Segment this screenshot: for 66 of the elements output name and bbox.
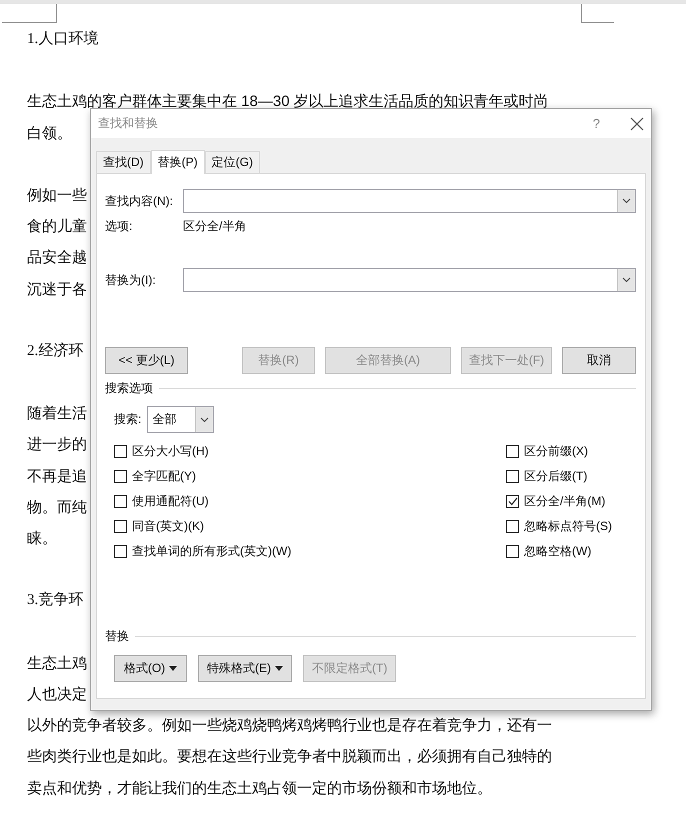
checkbox-label[interactable]: 全字匹配(Y) [132,468,196,485]
search-scope-select[interactable]: 全部 [147,406,214,433]
field-label: 替换为(I): [105,272,157,288]
checkbox[interactable] [114,545,127,558]
close-icon[interactable] [630,116,644,130]
checkbox-label[interactable]: 使用通配符(U) [132,493,209,510]
less-button[interactable]: << 更少(L) [105,347,188,374]
paragraph-line: 不再是追 [27,466,87,487]
tab[interactable]: 定位(G) [204,151,260,173]
checkbox[interactable] [114,445,127,458]
paragraph-line: 食的儿童 [27,217,87,238]
checkbox[interactable] [114,470,127,483]
options-label: 选项: [105,218,134,234]
section-heading: 3.竞争环 [27,590,84,610]
paragraph-line: 卖点和优势，才能让我们的生态土鸡占领一定的市场份额和市场地位。 [27,778,492,798]
tab[interactable]: 替换(P) [150,150,205,174]
section-heading: 2.经济环 [27,341,84,361]
paragraph-line: 睐。 [27,529,57,549]
chevron-down-icon [200,416,210,422]
caret-icon [169,666,178,671]
dialog-button[interactable]: 取消 [562,347,636,374]
checkbox[interactable] [506,470,519,483]
paragraph-line: 进一步的 [27,435,87,456]
checkbox[interactable] [506,495,519,508]
section-title: 搜索选项 [105,380,153,396]
crop-mark [2,4,57,23]
checkbox-label[interactable]: 忽略标点符号(S) [524,518,612,535]
checkbox-label[interactable]: 查找单词的所有形式(英文)(W) [132,543,292,560]
checkbox[interactable] [506,445,519,458]
checkbox-label[interactable]: 区分大小写(H) [132,443,209,460]
checkbox[interactable] [506,545,519,558]
tab[interactable]: 查找(D) [96,151,151,173]
paragraph-line: 物。而纯 [27,498,87,518]
checkbox[interactable] [506,520,519,533]
dialog-title: 查找和替换 [98,115,159,132]
checkbox-label[interactable]: 区分全/半角(M) [524,493,606,510]
checkbox-label[interactable]: 忽略空格(W) [524,543,592,560]
help-button[interactable]: ? [592,116,600,131]
section-heading: 1.人口环境 [27,30,98,49]
format-button[interactable]: 格式(O) [114,655,187,682]
find-input-field[interactable] [183,189,636,213]
paragraph-line: 以外的竞争者较多。例如一些烧鸡烧鸭烤鸡烤鸭行业也是存在着竞争力，还有一 [27,716,552,736]
paragraph-line: 人也决定 [27,684,87,705]
paragraph-line: 品安全越 [27,248,87,268]
paragraph-line: 些肉类行业也是如此。要想在这些行业竞争者中脱颖而出，必须拥有自己独特的 [27,747,552,768]
paragraph-line: 沉迷于各 [27,280,87,300]
paragraph-line: 生态土鸡 [27,654,87,674]
checkbox[interactable] [114,495,127,508]
checkbox-label[interactable]: 同音(英文)(K) [132,518,204,535]
checkbox-label[interactable]: 区分后缀(T) [524,468,588,485]
format-button[interactable]: 特殊格式(E) [198,655,292,682]
checkbox-label[interactable]: 区分前缀(X) [524,443,588,460]
paragraph-line: 生态土鸡的客户群体主要集中在 18—30 岁以上追求生活品质的知识青年或时尚 [27,92,549,112]
options-value: 区分全/半角 [183,218,246,234]
paragraph-line: 白领。 [27,124,72,144]
search-label: 搜索: [114,411,142,428]
chevron-down-icon [622,198,631,204]
caret-icon [275,666,283,671]
checkbox[interactable] [114,520,127,533]
crop-mark [581,4,614,23]
field-label: 查找内容(N): [105,192,174,210]
section-title: 替换 [105,628,129,644]
paragraph-line: 例如一些 [27,186,87,206]
replace-input-field[interactable] [183,268,636,292]
chevron-down-icon [622,277,631,283]
paragraph-line: 随着生活 [27,404,87,424]
